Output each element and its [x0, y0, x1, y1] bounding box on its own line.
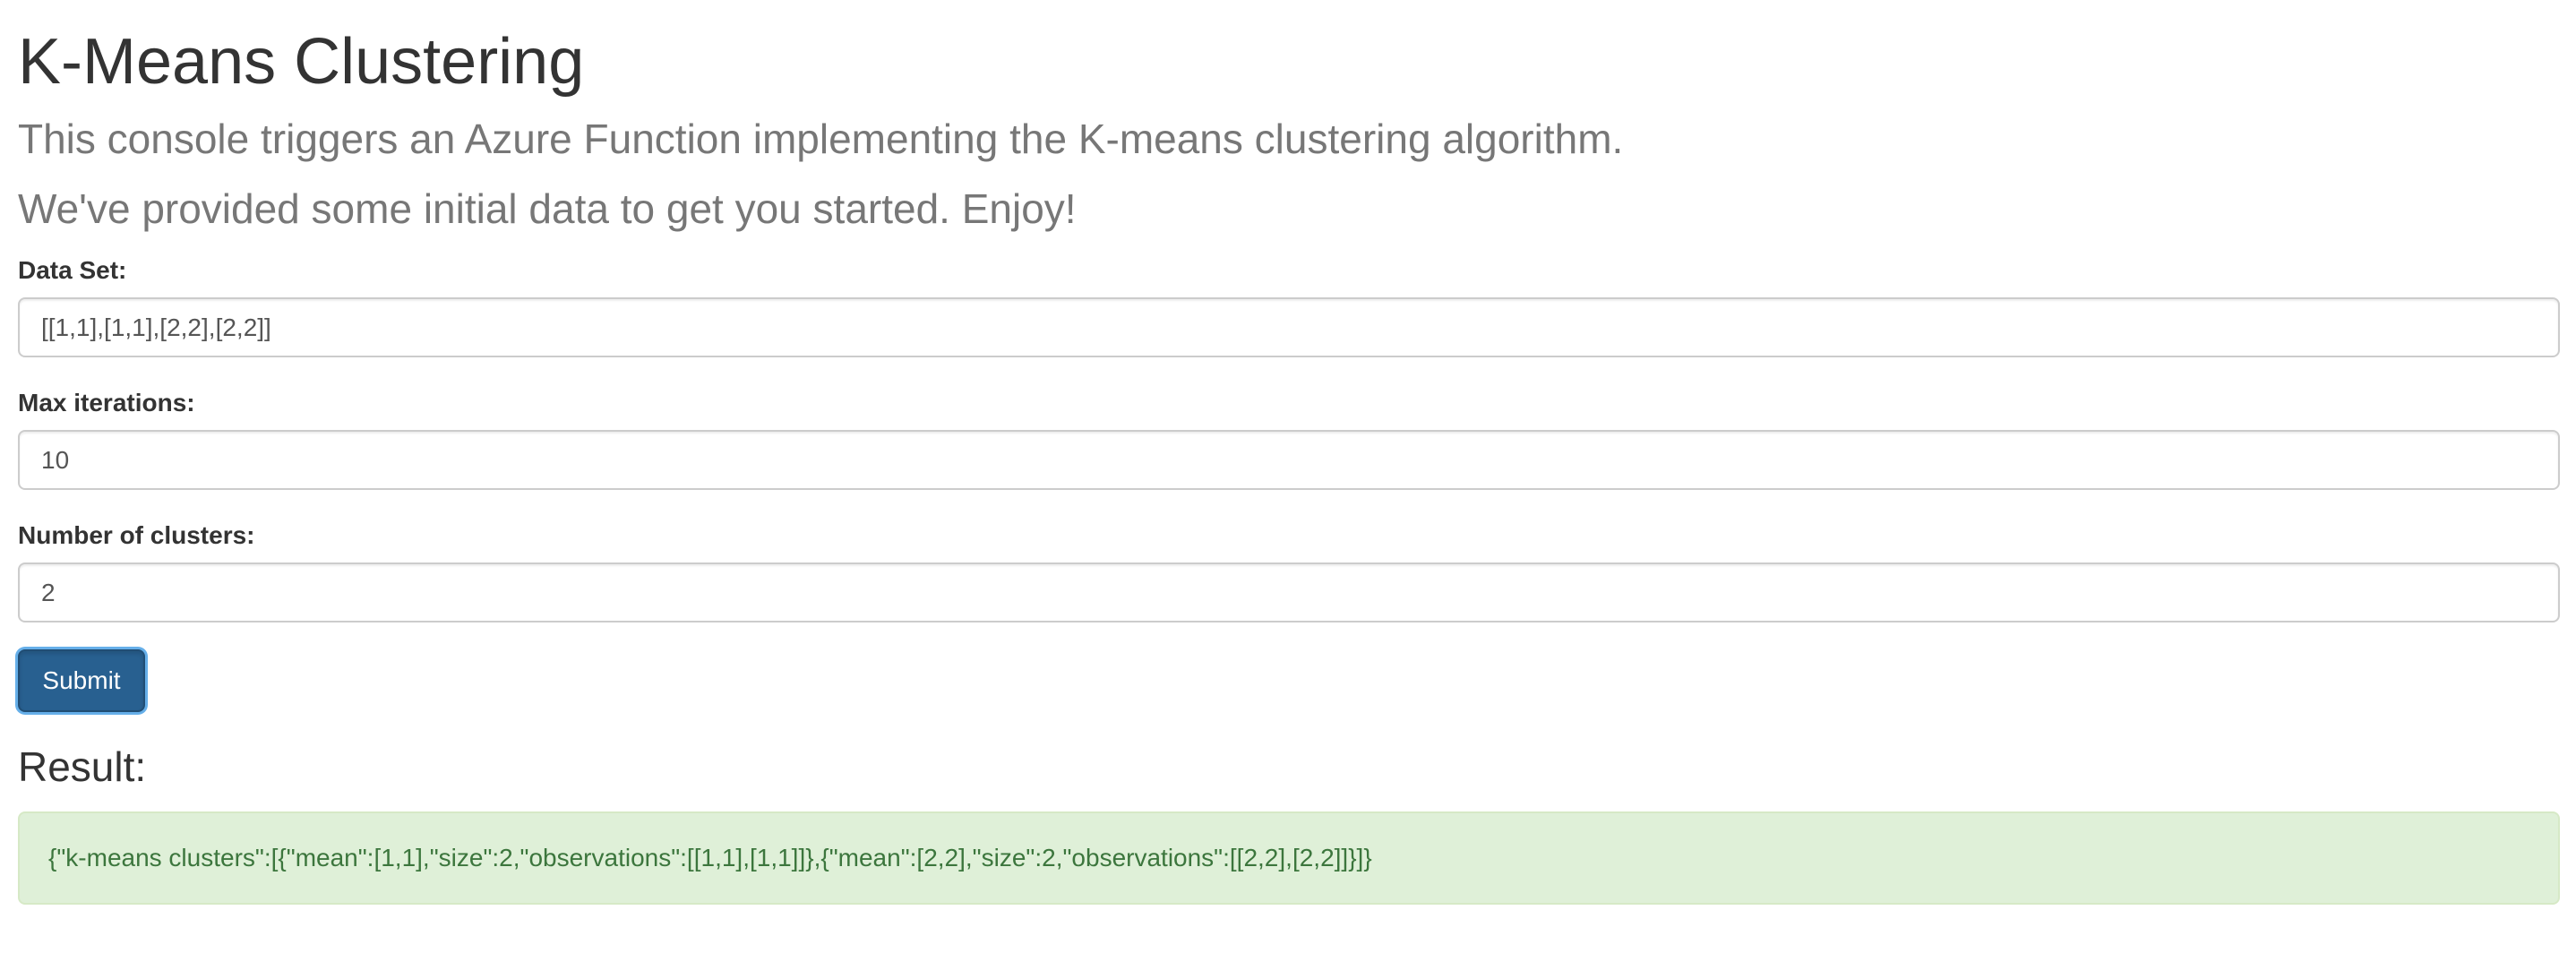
page-title: K-Means Clustering [18, 26, 585, 98]
submit-button[interactable]: Submit [18, 649, 145, 712]
dataset-input[interactable] [18, 297, 2560, 357]
result-text: {"k-means clusters":[{"mean":[1,1],"size… [48, 844, 1372, 871]
max-iterations-label: Max iterations: [18, 389, 195, 416]
dataset-label: Data Set: [18, 256, 127, 284]
clusters-input[interactable] [18, 562, 2560, 622]
intro-text: This console triggers an Azure Function … [18, 116, 1624, 162]
result-alert: {"k-means clusters":[{"mean":[1,1],"size… [18, 811, 2560, 905]
clusters-label: Number of clusters: [18, 521, 255, 549]
result-heading: Result: [18, 743, 147, 790]
page: K-Means Clustering This console triggers… [0, 0, 2576, 953]
intro-subtext: We've provided some initial data to get … [18, 185, 1077, 232]
max-iterations-input[interactable] [18, 430, 2560, 490]
